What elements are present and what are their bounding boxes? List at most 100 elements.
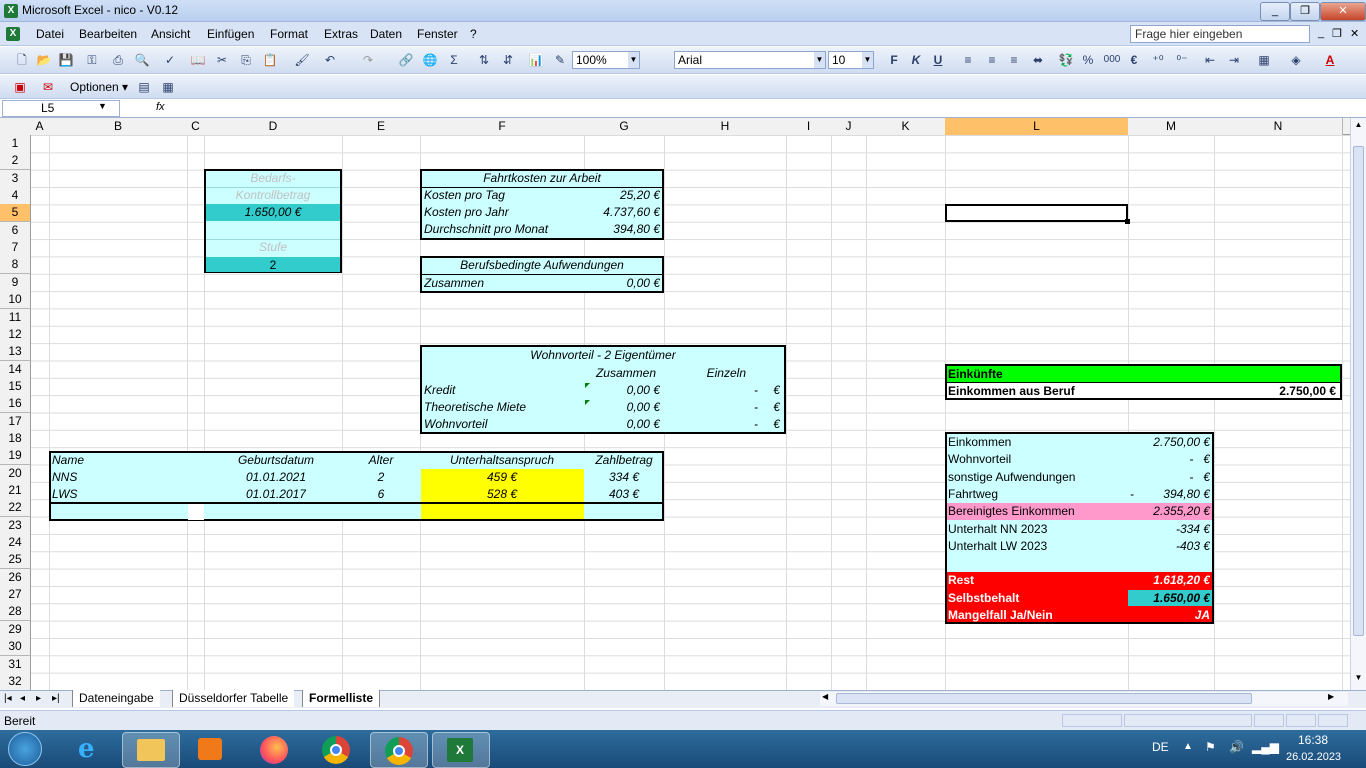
active-cell[interactable] xyxy=(945,204,1128,222)
fill-handle[interactable] xyxy=(1125,219,1130,224)
vertical-scrollbar[interactable]: ▲ ▼ xyxy=(1350,118,1366,690)
prev-sheet-icon[interactable]: ◂ xyxy=(20,693,25,704)
workbook-icon[interactable]: X xyxy=(6,27,20,41)
doc-minimize-button[interactable]: _ xyxy=(1318,27,1324,39)
permission-icon[interactable]: ⚿ xyxy=(84,52,100,68)
euro-button[interactable]: € xyxy=(1126,52,1142,68)
volume-icon[interactable]: 🔊 xyxy=(1229,740,1244,754)
row-header[interactable]: 15 xyxy=(0,377,31,396)
row-header[interactable]: 3 xyxy=(0,169,31,188)
select-all-corner[interactable] xyxy=(0,118,31,135)
col-header-j[interactable]: J xyxy=(831,118,867,135)
sheet-tab-duesseldorfer[interactable]: Düsseldorfer Tabelle xyxy=(172,690,295,707)
taskbar-chrome-2[interactable] xyxy=(370,732,428,768)
spelling-icon[interactable]: ✓ xyxy=(162,52,178,68)
align-center-icon[interactable]: ≡ xyxy=(984,52,1000,68)
row-header[interactable]: 6 xyxy=(0,221,31,240)
menu-einfuegen[interactable]: Einfügen xyxy=(207,27,254,41)
first-sheet-icon[interactable]: |◂ xyxy=(4,693,12,704)
row-header[interactable]: 17 xyxy=(0,412,31,431)
save-icon[interactable]: 💾 xyxy=(58,52,74,68)
decrease-decimal-icon[interactable]: ⁰⁻ xyxy=(1174,52,1190,68)
sheet-tab-formelliste[interactable]: Formelliste xyxy=(302,690,381,707)
col-header-f[interactable]: F xyxy=(420,118,585,135)
font-combo[interactable]: Arial ▼ xyxy=(674,51,826,69)
row-header[interactable]: 12 xyxy=(0,325,31,344)
menu-extras[interactable]: Extras xyxy=(324,27,358,41)
currency-icon[interactable]: 💱 xyxy=(1058,52,1074,68)
borders-icon[interactable]: ▦ xyxy=(1256,52,1272,68)
col-header-i[interactable]: I xyxy=(786,118,832,135)
sort-ascending-icon[interactable]: ⇅ xyxy=(476,52,492,68)
row-header[interactable]: 14 xyxy=(0,360,31,379)
scroll-left-icon[interactable]: ◀ xyxy=(822,692,828,701)
col-header-m[interactable]: M xyxy=(1128,118,1215,135)
row-header[interactable]: 19 xyxy=(0,447,31,466)
cut-icon[interactable]: ✂ xyxy=(214,52,230,68)
taskbar-firefox[interactable] xyxy=(246,732,302,766)
clock-date[interactable]: 26.02.2023 xyxy=(1286,751,1341,763)
col-header-d[interactable]: D xyxy=(204,118,343,135)
row-header[interactable]: 4 xyxy=(0,187,31,206)
research-icon[interactable]: 📖 xyxy=(190,52,206,68)
fx-icon[interactable]: fx xyxy=(156,101,165,113)
table-icon[interactable]: ▦ xyxy=(160,79,176,95)
copy-icon[interactable]: ⎘ xyxy=(238,52,254,68)
fill-color-icon[interactable]: ◈ xyxy=(1288,52,1304,68)
italic-button[interactable]: K xyxy=(908,52,924,68)
scroll-up-icon[interactable]: ▲ xyxy=(1352,120,1365,134)
col-header-a[interactable]: A xyxy=(30,118,50,135)
menu-format[interactable]: Format xyxy=(270,27,308,41)
row-header[interactable]: 24 xyxy=(0,534,31,553)
row-header[interactable]: 25 xyxy=(0,551,31,570)
horizontal-scrollbar[interactable]: ◀ ▶ xyxy=(820,692,1348,706)
row-header[interactable]: 27 xyxy=(0,586,31,605)
taskbar-ie[interactable]: e xyxy=(62,732,118,766)
row-header[interactable]: 13 xyxy=(0,343,31,362)
col-header-c[interactable]: C xyxy=(187,118,205,135)
language-indicator[interactable]: DE xyxy=(1152,740,1169,754)
row-header[interactable]: 31 xyxy=(0,655,31,674)
row-header[interactable]: 23 xyxy=(0,516,31,535)
font-size-combo[interactable]: 10 ▼ xyxy=(828,51,874,69)
redo-icon[interactable]: ↷ xyxy=(360,52,376,68)
open-icon[interactable]: 📂 xyxy=(36,52,52,68)
decrease-indent-icon[interactable]: ⇤ xyxy=(1202,52,1218,68)
menu-datei[interactable]: Datei xyxy=(36,27,64,41)
help-search-input[interactable]: Frage hier eingeben xyxy=(1130,25,1310,43)
col-header-h[interactable]: H xyxy=(664,118,787,135)
increase-indent-icon[interactable]: ⇥ xyxy=(1226,52,1242,68)
row-header[interactable]: 28 xyxy=(0,603,31,622)
taskbar-explorer[interactable] xyxy=(122,732,180,768)
thousands-button[interactable]: 000 xyxy=(1100,52,1124,68)
col-header-k[interactable]: K xyxy=(866,118,946,135)
row-header[interactable]: 21 xyxy=(0,482,31,500)
network-icon[interactable]: ▂▄▆ xyxy=(1252,740,1279,754)
minimize-button[interactable]: _ xyxy=(1260,2,1290,21)
clock-time[interactable]: 16:38 xyxy=(1298,733,1328,747)
col-header-e[interactable]: E xyxy=(342,118,421,135)
bold-button[interactable]: F xyxy=(886,52,902,68)
row-header[interactable]: 18 xyxy=(0,429,31,448)
drawing-icon[interactable]: ✎ xyxy=(552,52,568,68)
doc-close-button[interactable]: ✕ xyxy=(1350,27,1359,40)
underline-button[interactable]: U xyxy=(930,52,946,68)
menu-fenster[interactable]: Fenster xyxy=(417,27,458,41)
row-header[interactable]: 8 xyxy=(0,256,31,275)
row-header[interactable]: 7 xyxy=(0,239,31,258)
zoom-combo[interactable]: 100% ▼ xyxy=(572,51,640,69)
col-header-g[interactable]: G xyxy=(584,118,665,135)
row-header[interactable]: 32 xyxy=(0,672,31,691)
row-header[interactable]: 10 xyxy=(0,291,31,310)
autosum-icon[interactable]: Σ xyxy=(446,52,462,68)
row-header[interactable]: 30 xyxy=(0,638,31,657)
menu-ansicht[interactable]: Ansicht xyxy=(151,27,190,41)
row-header[interactable]: 29 xyxy=(0,620,31,639)
taskbar-chrome[interactable] xyxy=(308,732,364,766)
row-header[interactable]: 5 xyxy=(0,204,31,223)
form-icon[interactable]: ▤ xyxy=(136,79,152,95)
row-header[interactable]: 1 xyxy=(0,135,31,153)
print-icon[interactable]: ⎙ xyxy=(110,52,126,68)
align-right-icon[interactable]: ≡ xyxy=(1006,52,1022,68)
globe-icon[interactable]: 🌐 xyxy=(422,52,438,68)
